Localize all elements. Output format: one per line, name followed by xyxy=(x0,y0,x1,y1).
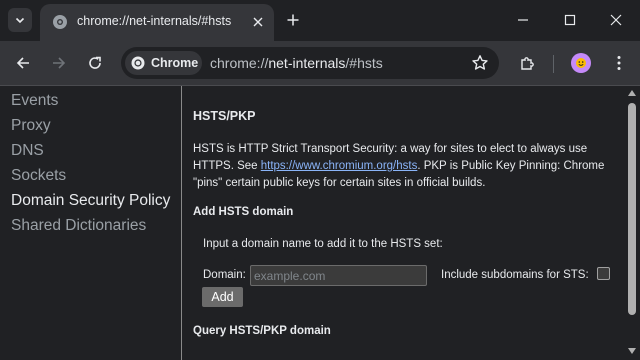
sidebar-item-events[interactable]: Events xyxy=(11,92,58,110)
sidebar-item-domain-security-policy[interactable]: Domain Security Policy xyxy=(11,192,170,210)
add-button[interactable]: Add xyxy=(202,287,243,307)
menu-button[interactable] xyxy=(607,51,631,75)
reload-icon xyxy=(89,56,101,69)
tab-strip: chrome://net-internals/#hsts xyxy=(0,0,640,41)
avatar-icon xyxy=(576,58,586,68)
close-icon xyxy=(253,17,263,27)
main-panel: HSTS/PKP HSTS is HTTP Strict Transport S… xyxy=(183,86,624,360)
sidebar: Events Proxy DNS Sockets Domain Security… xyxy=(0,86,182,360)
tab-title: chrome://net-internals/#hsts xyxy=(77,14,232,28)
sidebar-item-proxy[interactable]: Proxy xyxy=(11,117,51,135)
address-bar[interactable]: Chrome chrome://net-internals/#hsts xyxy=(121,47,499,79)
window-close-icon xyxy=(610,14,622,26)
maximize-icon xyxy=(564,14,576,26)
url-path: /#hsts xyxy=(345,55,383,71)
plus-icon xyxy=(287,14,299,26)
forward-button[interactable] xyxy=(47,51,71,75)
scrollbar-thumb[interactable] xyxy=(628,103,636,315)
intro-paragraph: HSTS is HTTP Strict Transport Security: … xyxy=(193,141,613,192)
kebab-icon xyxy=(617,56,621,70)
profile-button[interactable] xyxy=(571,53,591,73)
tab-close-button[interactable] xyxy=(250,14,266,30)
globe-icon xyxy=(53,15,67,29)
toolbar-separator xyxy=(553,55,554,73)
sidebar-item-dns[interactable]: DNS xyxy=(11,142,44,160)
site-info-chip[interactable]: Chrome xyxy=(125,51,202,75)
vertical-scrollbar[interactable] xyxy=(624,86,640,360)
url-text[interactable]: chrome://net-internals/#hsts xyxy=(210,55,383,71)
star-icon[interactable] xyxy=(471,54,489,72)
sidebar-item-shared-dictionaries[interactable]: Shared Dictionaries xyxy=(11,217,146,235)
include-subdomains-checkbox[interactable] xyxy=(597,267,610,280)
arrow-left-icon xyxy=(16,57,29,69)
add-instruction: Input a domain name to add it to the HST… xyxy=(203,238,443,250)
window-close-button[interactable] xyxy=(604,8,628,32)
maximize-button[interactable] xyxy=(558,8,582,32)
chromium-hsts-link[interactable]: https://www.chromium.org/hsts xyxy=(261,160,418,172)
chrome-logo-icon xyxy=(131,56,145,70)
url-host: net-internals xyxy=(268,55,346,71)
minimize-button[interactable] xyxy=(511,8,535,32)
tab-search-button[interactable] xyxy=(8,8,32,32)
scroll-up-arrow-icon[interactable] xyxy=(628,90,636,96)
reload-button[interactable] xyxy=(83,51,107,75)
page-content: Events Proxy DNS Sockets Domain Security… xyxy=(0,86,640,360)
subdomains-label: Include subdomains for STS: xyxy=(441,269,589,281)
arrow-right-icon xyxy=(53,57,66,69)
domain-input[interactable] xyxy=(250,265,427,286)
extensions-button[interactable] xyxy=(515,51,539,75)
puzzle-icon xyxy=(521,57,534,70)
query-heading: Query HSTS/PKP domain xyxy=(193,325,331,337)
chip-label: Chrome xyxy=(151,56,199,70)
sidebar-item-sockets[interactable]: Sockets xyxy=(11,167,66,185)
chevron-down-icon xyxy=(15,17,25,24)
minimize-icon xyxy=(518,19,528,21)
back-button[interactable] xyxy=(11,51,35,75)
toolbar: Chrome chrome://net-internals/#hsts xyxy=(0,41,640,86)
add-hsts-heading: Add HSTS domain xyxy=(193,206,294,218)
domain-label: Domain: xyxy=(203,269,246,281)
page-title: HSTS/PKP xyxy=(193,109,256,123)
new-tab-button[interactable] xyxy=(283,10,303,30)
url-scheme: chrome:// xyxy=(210,55,269,71)
scroll-down-arrow-icon[interactable] xyxy=(628,348,636,354)
active-tab[interactable]: chrome://net-internals/#hsts xyxy=(40,4,274,41)
